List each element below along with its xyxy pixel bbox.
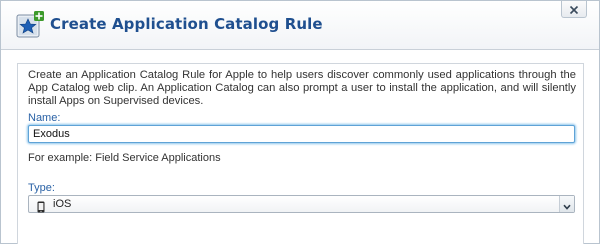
- rule-description: Create an Application Catalog Rule for A…: [28, 69, 576, 107]
- type-dropdown-button[interactable]: [559, 196, 574, 212]
- close-icon: [569, 0, 579, 19]
- create-rule-dialog: Create Application Catalog Rule Create a…: [0, 0, 600, 244]
- name-label: Name:: [28, 112, 61, 124]
- chevron-down-icon: [563, 195, 571, 214]
- dialog-title: Create Application Catalog Rule: [50, 15, 323, 33]
- name-example-hint: For example: Field Service Applications: [28, 152, 221, 164]
- star-plus-icon: [15, 10, 45, 40]
- type-label: Type:: [28, 182, 55, 194]
- name-input[interactable]: [28, 125, 575, 143]
- close-button[interactable]: [561, 1, 587, 18]
- type-select[interactable]: iOS: [28, 195, 575, 213]
- form-panel: Create an Application Catalog Rule for A…: [17, 63, 584, 244]
- type-select-value: iOS: [53, 198, 72, 210]
- phone-icon: [37, 198, 45, 213]
- dialog-header: Create Application Catalog Rule: [1, 1, 599, 50]
